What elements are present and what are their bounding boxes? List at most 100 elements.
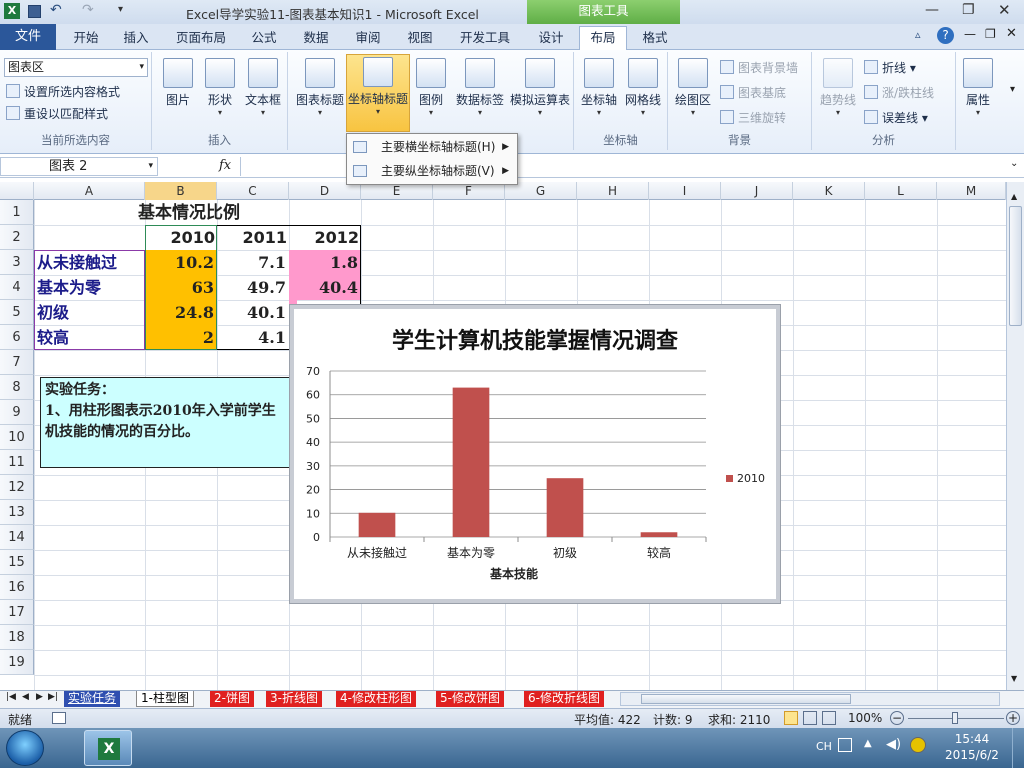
tab-developer[interactable]: 开发工具: [452, 27, 518, 50]
volume-icon[interactable]: ◀): [886, 737, 901, 752]
row-header[interactable]: 8: [0, 375, 34, 400]
row-header[interactable]: 12: [0, 475, 34, 500]
picture-button[interactable]: 图片: [160, 56, 196, 128]
horizontal-scrollbar[interactable]: [620, 692, 1000, 706]
value-2010[interactable]: 10.2: [145, 251, 214, 275]
value-2011[interactable]: 7.1: [217, 251, 286, 275]
row-header[interactable]: 13: [0, 500, 34, 525]
select-all-corner[interactable]: [0, 182, 34, 200]
textbox-button[interactable]: 文本框 ▾: [242, 56, 284, 128]
excel-icon[interactable]: X: [4, 3, 20, 19]
zoom-slider[interactable]: [908, 712, 1004, 724]
last-sheet-icon[interactable]: ▶|: [48, 692, 58, 702]
sheet-tab[interactable]: 4-修改柱形图: [336, 691, 416, 707]
next-sheet-icon[interactable]: ▶: [36, 692, 43, 702]
tab-review[interactable]: 审阅: [348, 27, 388, 50]
prev-sheet-icon[interactable]: ◀: [22, 692, 29, 702]
column-header[interactable]: J: [721, 182, 793, 200]
customize-qat-icon[interactable]: ▾: [118, 4, 123, 15]
value-2011[interactable]: 49.7: [217, 276, 286, 300]
chart-element-select[interactable]: 图表区 ▾: [4, 58, 148, 77]
tab-insert[interactable]: 插入: [114, 27, 158, 50]
sheet-tab[interactable]: 6-修改折线图: [524, 691, 604, 707]
row-header[interactable]: 14: [0, 525, 34, 550]
properties-button[interactable]: 属性 ▾: [958, 56, 998, 128]
normal-view-icon[interactable]: [784, 711, 798, 725]
shape-button[interactable]: 形状 ▾: [200, 56, 240, 128]
axis-title-button[interactable]: 坐标轴标题 ▾: [346, 54, 410, 132]
row-label[interactable]: 从未接触过: [37, 251, 145, 275]
column-header[interactable]: I: [649, 182, 721, 200]
undo-icon[interactable]: ↶: [50, 2, 62, 18]
scroll-ribbon-icon[interactable]: ▾: [1010, 84, 1015, 95]
value-2011[interactable]: 4.1: [217, 326, 286, 350]
column-header[interactable]: B: [145, 182, 217, 200]
page-break-view-icon[interactable]: [822, 711, 836, 725]
value-2010[interactable]: 24.8: [145, 301, 214, 325]
format-selection-button[interactable]: 设置所选内容格式: [6, 82, 120, 102]
value-2010[interactable]: 63: [145, 276, 214, 300]
close-button[interactable]: ✕: [998, 1, 1011, 19]
doc-minimize-button[interactable]: —: [964, 27, 976, 41]
chart-title-button[interactable]: 图表标题 ▾: [292, 56, 348, 128]
scroll-up-icon[interactable]: ▲: [1011, 192, 1017, 201]
row-header[interactable]: 11: [0, 450, 34, 475]
vertical-scrollbar[interactable]: ▲ ▼: [1006, 182, 1024, 690]
row-header[interactable]: 16: [0, 575, 34, 600]
sheet-tab[interactable]: 3-折线图: [266, 691, 322, 707]
row-header[interactable]: 9: [0, 400, 34, 425]
axes-button[interactable]: 坐标轴 ▾: [578, 56, 620, 128]
zoom-out-icon[interactable]: −: [890, 711, 904, 725]
menu-item-horizontal-axis-title[interactable]: 主要横坐标轴标题(H) ▶: [347, 136, 517, 159]
input-language[interactable]: CH: [816, 740, 832, 753]
scroll-down-icon[interactable]: ▼: [1011, 674, 1017, 683]
chart-floor-button[interactable]: 图表基底: [720, 83, 786, 103]
lines-button[interactable]: 折线 ▾: [864, 58, 916, 78]
row-header[interactable]: 3: [0, 250, 34, 275]
tab-file[interactable]: 文件: [0, 24, 56, 50]
column-header[interactable]: A: [34, 182, 145, 200]
column-header[interactable]: K: [793, 182, 865, 200]
h-scroll-thumb[interactable]: [641, 694, 851, 704]
ribbon-minimize-icon[interactable]: ▵: [915, 28, 921, 41]
doc-close-button[interactable]: ✕: [1006, 26, 1017, 41]
x-axis-title[interactable]: 基本技能: [474, 565, 554, 582]
value-2012[interactable]: 1.8: [289, 251, 358, 275]
page-layout-view-icon[interactable]: [803, 711, 817, 725]
row-header[interactable]: 15: [0, 550, 34, 575]
scroll-thumb[interactable]: [1009, 206, 1022, 326]
name-box[interactable]: 图表 2 ▾: [0, 157, 158, 176]
row-label[interactable]: 基本为零: [37, 276, 145, 300]
clock-time[interactable]: 15:44: [942, 732, 1002, 746]
menu-item-vertical-axis-title[interactable]: 主要纵坐标轴标题(V) ▶: [347, 160, 517, 183]
value-2012[interactable]: 40.4: [289, 276, 358, 300]
tab-view[interactable]: 视图: [400, 27, 440, 50]
sheet-title[interactable]: 基本情况比例: [138, 201, 240, 225]
doc-restore-button[interactable]: ❐: [985, 27, 996, 41]
tab-page-layout[interactable]: 页面布局: [170, 27, 232, 50]
excel-taskbar-button[interactable]: X: [84, 730, 132, 766]
row-header[interactable]: 10: [0, 425, 34, 450]
chart-object[interactable]: 学生计算机技能掌握情况调查 0 10 20 30 40 50 60 70 从未接触过 基本为零 初级…: [290, 305, 780, 603]
maximize-button[interactable]: ❐: [962, 2, 975, 18]
zoom-level[interactable]: 100%: [848, 711, 882, 725]
value-2010[interactable]: 2: [145, 326, 214, 350]
show-hidden-icons[interactable]: ▲: [864, 738, 872, 749]
year-header-2011[interactable]: 2011: [217, 226, 287, 250]
macro-record-icon[interactable]: [52, 712, 66, 724]
year-header-2010[interactable]: 2010: [145, 226, 215, 250]
column-header[interactable]: L: [865, 182, 937, 200]
data-labels-button[interactable]: 数据标签 ▾: [452, 56, 508, 128]
minimize-button[interactable]: —: [925, 2, 939, 18]
tab-home[interactable]: 开始: [64, 27, 108, 50]
tab-data[interactable]: 数据: [296, 27, 336, 50]
value-2011[interactable]: 40.1: [217, 301, 286, 325]
legend-button[interactable]: 图例 ▾: [412, 56, 450, 128]
sheet-tab[interactable]: 2-饼图: [210, 691, 254, 707]
sheet-tab-active[interactable]: 1-柱型图: [136, 691, 194, 707]
redo-icon[interactable]: ↷: [82, 2, 94, 18]
row-label[interactable]: 初级: [37, 301, 145, 325]
gridlines-button[interactable]: 网格线 ▾: [622, 56, 664, 128]
trendline-button[interactable]: 趋势线 ▾: [816, 56, 860, 128]
clock-date[interactable]: 2015/6/2: [942, 748, 1002, 762]
